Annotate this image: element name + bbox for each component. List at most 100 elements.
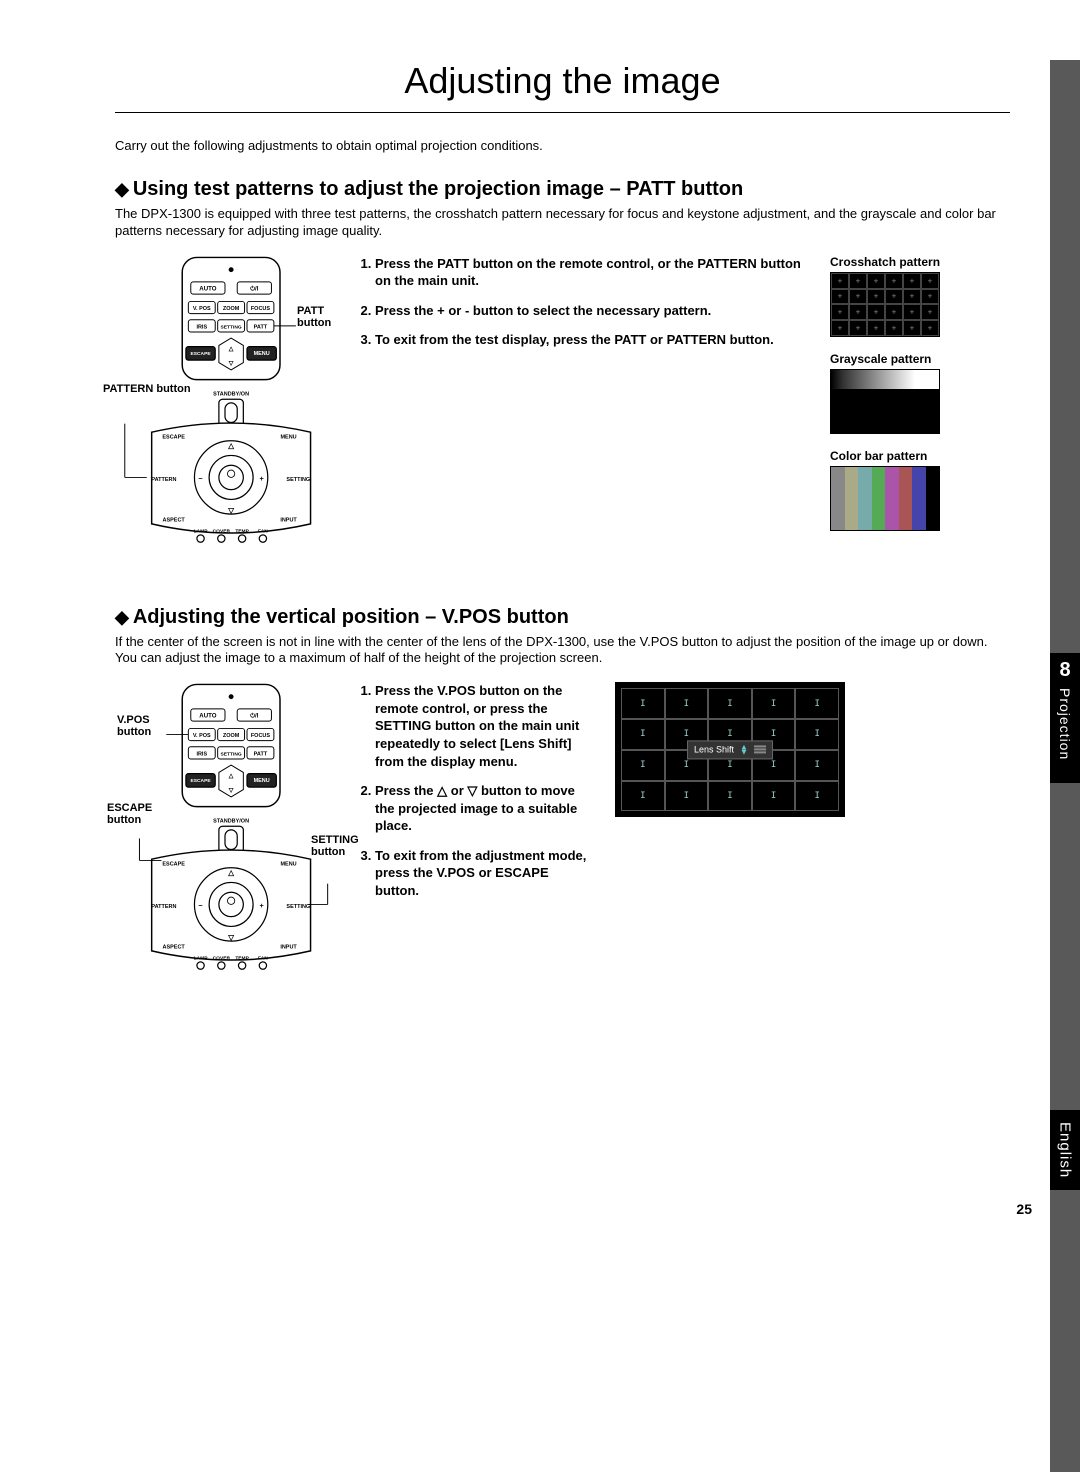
section2-heading: ◆Adjusting the vertical position – V.POS… — [115, 606, 1010, 629]
level-bars-icon — [754, 746, 766, 754]
callout-vpos: V.POS button — [117, 714, 167, 738]
svg-text:ESCAPE: ESCAPE — [162, 862, 185, 868]
language-label: English — [1057, 1122, 1074, 1178]
svg-text:INPUT: INPUT — [280, 517, 297, 523]
svg-text:FOCUS: FOCUS — [251, 306, 271, 312]
svg-text:MENU: MENU — [280, 434, 296, 440]
svg-text:STANDBY/ON: STANDBY/ON — [213, 819, 249, 825]
svg-text:TEMP: TEMP — [235, 956, 249, 962]
svg-text:⏻/I: ⏻/I — [250, 285, 259, 292]
svg-text:LAMP: LAMP — [194, 956, 209, 962]
svg-text:△: △ — [227, 868, 234, 877]
step-item: Press the + or - button to select the ne… — [375, 302, 810, 320]
section2-intro: If the center of the screen is not in li… — [115, 634, 1010, 668]
section1-row: AUTO ⏻/I V. POS ZOOM FOCUS IRIS SETTING — [115, 255, 1010, 576]
callout-pattern: PATTERN button — [103, 383, 193, 395]
svg-text:MENU: MENU — [280, 862, 296, 868]
svg-text:MENU: MENU — [254, 779, 270, 785]
svg-text:SETTING: SETTING — [221, 324, 242, 330]
section1-intro: The DPX-1300 is equipped with three test… — [115, 206, 1010, 240]
svg-text:LAMP: LAMP — [194, 528, 209, 534]
svg-text:PATT: PATT — [254, 752, 268, 758]
svg-text:△: △ — [228, 345, 234, 352]
callout-setting: SETTING button — [311, 834, 371, 858]
svg-text:SETTING: SETTING — [221, 752, 242, 758]
svg-text:COVER: COVER — [213, 956, 231, 962]
callout-patt: PATT button — [297, 305, 335, 329]
colorbar-pattern — [830, 466, 940, 531]
step-item: Press the PATT button on the remote cont… — [375, 255, 810, 290]
title-rule — [115, 112, 1010, 113]
step-item: To exit from the test display, press the… — [375, 331, 810, 349]
svg-text:▽: ▽ — [227, 506, 234, 515]
crosshatch-label: Crosshatch pattern — [830, 255, 1010, 269]
remote-diagram-2: AUTO ⏻/I V. POS ZOOM FOCUS IRIS SETTING … — [115, 682, 335, 1003]
svg-text:FAN: FAN — [258, 956, 268, 962]
svg-text:STANDBY/ON: STANDBY/ON — [213, 391, 249, 397]
svg-text:▽: ▽ — [227, 933, 234, 942]
svg-text:+: + — [260, 901, 264, 910]
chapter-label: Projection — [1057, 688, 1073, 760]
svg-text:△: △ — [228, 773, 234, 780]
pattern-column: Crosshatch pattern Grayscale pattern Col… — [830, 255, 1010, 576]
chapter-tab: 8 Projection — [1050, 653, 1080, 783]
lens-shift-label: Lens Shift — [694, 745, 734, 755]
diamond-icon: ◆ — [115, 607, 129, 627]
svg-text:SETTING: SETTING — [286, 904, 310, 910]
svg-text:ASPECT: ASPECT — [163, 517, 186, 523]
language-tab: English — [1050, 1110, 1080, 1190]
step-item: To exit from the adjustment mode, press … — [375, 847, 595, 900]
lens-shift-column: IIIII IIIII IIIII IIIII Lens Shift ▲▼ — [615, 682, 1010, 1003]
section2-row: AUTO ⏻/I V. POS ZOOM FOCUS IRIS SETTING … — [115, 682, 1010, 1003]
chapter-number: 8 — [1050, 659, 1080, 682]
grayscale-pattern — [830, 369, 940, 434]
svg-text:IRIS: IRIS — [196, 752, 207, 758]
svg-text:▽: ▽ — [228, 360, 234, 367]
lens-shift-screen: IIIII IIIII IIIII IIIII Lens Shift ▲▼ — [615, 682, 845, 817]
svg-text:+: + — [260, 474, 264, 483]
svg-text:COVER: COVER — [213, 528, 231, 534]
remote-diagram-1: AUTO ⏻/I V. POS ZOOM FOCUS IRIS SETTING — [115, 255, 335, 576]
svg-text:AUTO: AUTO — [199, 713, 216, 720]
svg-text:ESCAPE: ESCAPE — [162, 434, 185, 440]
up-down-icon: ▲▼ — [740, 744, 748, 755]
section2-remote-column: AUTO ⏻/I V. POS ZOOM FOCUS IRIS SETTING … — [115, 682, 335, 1003]
colorbar-label: Color bar pattern — [830, 449, 1010, 463]
grayscale-label: Grayscale pattern — [830, 352, 1010, 366]
step-item: Press the V.POS button on the remote con… — [375, 682, 595, 770]
svg-text:−: − — [198, 474, 202, 483]
svg-text:TEMP: TEMP — [235, 528, 249, 534]
svg-text:−: − — [198, 901, 202, 910]
svg-text:INPUT: INPUT — [280, 945, 297, 951]
svg-text:FOCUS: FOCUS — [251, 733, 271, 739]
svg-text:V. POS: V. POS — [193, 733, 211, 739]
section1-steps: Press the PATT button on the remote cont… — [355, 255, 810, 576]
svg-text:PATTERN: PATTERN — [151, 477, 176, 483]
svg-text:ESCAPE: ESCAPE — [191, 779, 212, 785]
crosshatch-pattern — [830, 272, 940, 337]
page-content: Adjusting the image Carry out the follow… — [0, 0, 1080, 1073]
section2-steps: Press the V.POS button on the remote con… — [355, 682, 595, 1003]
page-title: Adjusting the image — [115, 60, 1010, 102]
svg-text:PATT: PATT — [254, 324, 268, 330]
svg-text:ESCAPE: ESCAPE — [191, 351, 212, 357]
svg-text:IRIS: IRIS — [196, 324, 207, 330]
page-number: 25 — [1016, 1201, 1032, 1217]
diamond-icon: ◆ — [115, 179, 129, 199]
callout-escape: ESCAPE button — [107, 802, 187, 826]
section1-heading: ◆Using test patterns to adjust the proje… — [115, 178, 1010, 201]
svg-text:PATTERN: PATTERN — [151, 904, 176, 910]
svg-text:SETTING: SETTING — [286, 477, 310, 483]
svg-text:ZOOM: ZOOM — [223, 306, 240, 312]
svg-text:MENU: MENU — [254, 351, 270, 357]
lens-shift-overlay: Lens Shift ▲▼ — [687, 740, 773, 759]
svg-text:ASPECT: ASPECT — [163, 945, 186, 951]
svg-text:⏻/I: ⏻/I — [250, 713, 259, 720]
step-item: Press the △ or ▽ button to move the proj… — [375, 782, 595, 835]
svg-text:V. POS: V. POS — [193, 306, 211, 312]
svg-text:△: △ — [227, 441, 234, 450]
section1-remote-column: AUTO ⏻/I V. POS ZOOM FOCUS IRIS SETTING — [115, 255, 335, 576]
svg-text:▽: ▽ — [228, 787, 234, 794]
remote-svg-1: AUTO ⏻/I V. POS ZOOM FOCUS IRIS SETTING — [115, 255, 335, 573]
page-intro: Carry out the following adjustments to o… — [115, 138, 1010, 153]
